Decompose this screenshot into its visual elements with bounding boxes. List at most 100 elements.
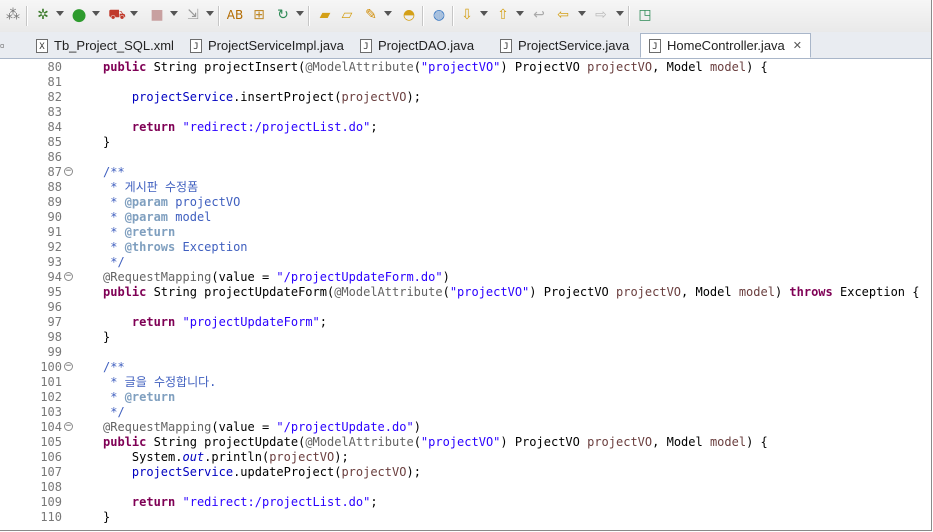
deploy-icon[interactable]: ⇲	[184, 6, 202, 24]
tab-label: ProjectServiceImpl.java	[208, 38, 344, 53]
code-text: @RequestMapping(value = "/projectUpdate.…	[103, 420, 421, 435]
code-token: @RequestMapping	[103, 270, 212, 284]
prev-annotation-dropdown-icon[interactable]	[516, 11, 524, 16]
tab-project-service[interactable]: J ProjectService.java	[492, 34, 629, 57]
forward-arrow-icon[interactable]: ⇨	[592, 6, 610, 24]
eclipse-window: ⁂ ✲ ● ⛟ ■ ⇲ AB ⊞ ↻ ▰ ▱ ✎ ◓ ◍ ⇩ ⇧ ↩ ⇦ ⇨ ◳…	[0, 0, 932, 531]
refresh-icon[interactable]: ↻	[274, 6, 292, 24]
code-token: @ModelAttribute	[305, 60, 414, 74]
toolbar-separator	[308, 6, 310, 26]
debug-dropdown-icon[interactable]	[56, 11, 64, 16]
code-token: (	[442, 285, 450, 299]
code-token: ) {	[746, 60, 768, 74]
code-token: */	[103, 405, 125, 419]
deploy-dropdown-icon[interactable]	[206, 11, 214, 16]
line-number: 88	[47, 180, 62, 194]
code-token: model	[709, 60, 747, 74]
next-annotation-dropdown-icon[interactable]	[480, 11, 488, 16]
open-project-icon[interactable]: ▱	[338, 6, 356, 24]
code-token: "/projectUpdate.do"	[276, 420, 414, 434]
code-line: 80 public String projectInsert(@ModelAttr…	[0, 60, 931, 75]
debug-icon[interactable]: ✲	[34, 6, 52, 24]
code-token: Exception {	[832, 285, 920, 299]
tools-dropdown-icon[interactable]	[384, 11, 392, 16]
code-token: projectVO	[587, 435, 653, 449]
tab-project-service-impl[interactable]: J ProjectServiceImpl.java	[182, 34, 344, 57]
code-line: 105 public String projectUpdate(@ModelAtt…	[0, 435, 931, 450]
code-line: 106 System.out.println(projectVO);	[0, 450, 931, 465]
refresh-dropdown-icon[interactable]	[296, 11, 304, 16]
code-token: projectVO	[341, 465, 407, 479]
line-number: 109	[40, 495, 62, 509]
back-icon[interactable]: ↩	[530, 6, 548, 24]
new-class-icon[interactable]: ⊞	[250, 6, 268, 24]
close-icon[interactable]: ✕	[793, 39, 802, 52]
toolbar-separator	[218, 6, 220, 26]
next-annotation-icon[interactable]: ⇩	[458, 6, 476, 24]
code-text: public String projectUpdate(@ModelAttrib…	[103, 435, 768, 450]
bookmark-icon[interactable]: ◓	[400, 6, 418, 24]
run-dropdown-icon[interactable]	[92, 11, 100, 16]
back-arrow-icon[interactable]: ⇦	[554, 6, 572, 24]
code-token: return	[131, 495, 176, 509]
code-line: 102 * @return	[0, 390, 931, 405]
java-file-icon: J	[649, 38, 661, 53]
code-token: .updateProject(	[233, 465, 342, 479]
view-menu-icon[interactable]: ▫	[0, 34, 8, 57]
code-token: }	[103, 330, 111, 344]
code-token: *	[103, 390, 125, 404]
run-icon[interactable]: ●	[70, 6, 88, 24]
build-icon[interactable]: AB	[226, 6, 244, 24]
fold-toggle-icon[interactable]: −	[64, 362, 73, 371]
code-line: 95 public String projectUpdateForm(@Model…	[0, 285, 931, 300]
line-number: 80	[47, 60, 62, 74]
back-dropdown-icon[interactable]	[578, 11, 586, 16]
code-editor[interactable]: 80 public String projectInsert(@ModelAttr…	[0, 59, 931, 530]
fold-toggle-icon[interactable]: −	[64, 422, 73, 431]
code-text: public String projectInsert(@ModelAttrib…	[103, 60, 768, 75]
code-line: 96	[0, 300, 931, 315]
line-number: 100	[40, 360, 62, 374]
tab-project-dao[interactable]: J ProjectDAO.java	[352, 34, 474, 57]
perspective-icon[interactable]: ⁂	[4, 6, 22, 24]
code-token: "projectVO"	[449, 285, 530, 299]
tools-icon[interactable]: ✎	[362, 6, 380, 24]
code-token: public	[103, 435, 147, 449]
code-token: model	[709, 435, 747, 449]
code-text: /**	[103, 165, 125, 180]
code-text: * @return	[103, 390, 175, 405]
code-token: public	[103, 285, 147, 299]
line-number: 87	[47, 165, 62, 179]
code-token: String projectUpdate(	[146, 435, 306, 449]
fold-toggle-icon[interactable]: −	[64, 272, 73, 281]
run-server-dropdown-icon[interactable]	[130, 11, 138, 16]
code-token: projectVO	[168, 195, 241, 209]
forward-dropdown-icon[interactable]	[616, 11, 624, 16]
prev-annotation-icon[interactable]: ⇧	[494, 6, 512, 24]
code-token: )	[774, 285, 790, 299]
code-token: ) {	[746, 435, 768, 449]
run-server-icon[interactable]: ⛟	[108, 6, 126, 24]
code-token: @ModelAttribute	[305, 435, 414, 449]
code-token: @param	[124, 195, 169, 209]
stop-icon[interactable]: ■	[148, 6, 166, 24]
code-token: @return	[124, 390, 176, 404]
line-number: 99	[47, 345, 62, 359]
globe-icon[interactable]: ◍	[430, 6, 448, 24]
code-token: , Model	[652, 60, 710, 74]
tab-tb-project-sql-xml[interactable]: X Tb_Project_SQL.xml	[28, 34, 174, 57]
tab-home-controller[interactable]: J HomeController.java ✕	[640, 33, 811, 58]
fold-toggle-icon[interactable]: −	[64, 167, 73, 176]
toolbar-separator	[422, 6, 424, 26]
open-folder-icon[interactable]: ▰	[316, 6, 334, 24]
code-token: )	[442, 270, 450, 284]
code-text: return "redirect:/projectList.do";	[103, 120, 378, 135]
code-token: "projectUpdateForm"	[182, 315, 320, 329]
new-window-icon[interactable]: ◳	[636, 6, 654, 24]
stop-dropdown-icon[interactable]	[170, 11, 178, 16]
